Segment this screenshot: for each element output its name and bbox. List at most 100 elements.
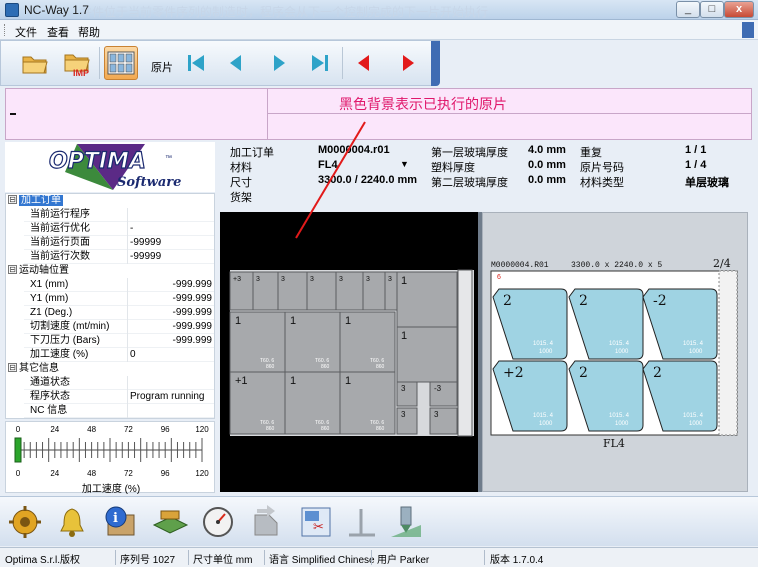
panel-label: 2 [653,365,662,381]
panel-label: +2 [503,365,524,381]
status-separator [484,550,485,565]
status-language: 语言 Simplified Chinese [269,555,375,566]
piece-label: 1 [345,315,351,327]
collapse-toggle-icon[interactable]: ⊟ [8,265,17,275]
info-glass2-label: 第二层玻璃厚度 [431,177,508,189]
material-dropdown-icon[interactable]: ▼ [400,159,409,169]
info-material-type-label: 材料类型 [580,177,624,189]
tool-head-button[interactable] [386,502,426,542]
cutting-head-icon [391,506,421,537]
piece-label: 1 [401,330,407,342]
info-material-type-value: 单层玻璃 [685,177,729,189]
property-gutter [6,236,24,250]
main-toolbar: IMP 原片 [0,40,440,86]
property-row[interactable]: 下刀压力 (Bars) -999.999 [6,334,214,348]
toolbar-separator [99,47,100,79]
cut-piece[interactable] [396,381,418,407]
previous-sheet-button[interactable] [219,46,253,80]
info-tool-button[interactable]: i [100,502,140,542]
piece-label: 3 [310,276,314,283]
import-folder-icon: IMP [64,54,90,77]
collapse-toggle-icon[interactable]: ⊟ [8,195,17,205]
panel-width: 1015. 4 [533,413,554,419]
window-title: NC-Way 1.7 [24,3,89,17]
red-previous-arrow-icon [358,55,369,71]
piece-tag: 860 [321,426,330,432]
message-left-panel [6,89,268,139]
shape-button[interactable] [246,502,286,542]
cut-piece[interactable] [396,407,418,435]
next-sheet-button[interactable] [262,46,296,80]
table-button[interactable] [150,502,190,542]
import-button[interactable]: IMP [61,46,95,80]
menu-help[interactable]: 帮助 [78,24,100,40]
gear-machine-icon [9,506,41,538]
property-gutter [6,208,24,222]
next-arrow-icon [274,55,285,71]
pressure-gauge-icon [203,507,233,537]
collapse-toggle-icon[interactable]: ⊟ [8,363,17,373]
menu-scroll-button[interactable] [742,22,754,38]
gauge-tick-labels-bottom: 24 [50,469,59,478]
gauge-tick-labels-bottom: 72 [124,469,133,478]
piece-tag: 860 [266,364,275,370]
alarm-button[interactable] [52,502,92,542]
piece-label: 1 [235,315,241,327]
gauge-tick-labels-top: 96 [161,425,170,434]
menu-file[interactable]: 文件 [15,24,37,40]
pressure-gauge-button[interactable] [198,502,238,542]
bottom-toolbar: i ✂ [0,496,758,546]
title-overlay-text: 并件位于当前零件序列的制造时，程序会从下一个控制完成的下一片开始执行 [80,5,489,19]
first-sheet-button[interactable] [179,46,213,80]
property-row[interactable]: 切割速度 (mt/min) -999.999 [6,320,214,334]
executed-sheet-view[interactable]: +3 3 3 3 3 3 3 1 T60. 6 860 1 T60. 6 860 1 T60. 6 860 +1… [220,212,478,492]
measure-button[interactable] [342,502,382,542]
original-sheet-label: 原片 [151,62,173,74]
property-row[interactable]: 通道状态 [6,376,214,390]
previous-executed-button[interactable] [347,46,381,80]
property-gutter [6,278,24,292]
property-row[interactable]: 当前运行次数 -99999 [6,250,214,264]
speed-gauge: 0 24 48 72 96 120 0 24 48 72 96 120 加工速度 (%) [5,421,215,495]
next-executed-button[interactable] [391,46,425,80]
open-folder-button[interactable] [18,46,52,80]
panel-width: 1015. 4 [609,341,630,347]
piece-label: +1 [235,375,248,387]
piece-label: 3 [388,276,392,283]
property-category[interactable]: ⊟ 运动轴位置 [6,264,214,278]
property-gutter [6,250,24,264]
property-row[interactable]: NC 信息 [6,404,214,418]
property-row[interactable]: 当前运行程序 [6,208,214,222]
property-key: 通道状态 [30,377,70,388]
property-category[interactable]: ⊟ 其它信息 [6,362,214,376]
property-row[interactable]: 当前运行优化 - [6,222,214,236]
property-row[interactable]: Z1 (Deg.) -999.999 [6,306,214,320]
property-key: 当前运行次数 [30,251,90,262]
minimize-button[interactable]: _ [676,1,700,18]
toolbar-overflow-button[interactable] [431,41,440,86]
panel-label: 2 [503,293,512,309]
info-glass2-value: 0.0 mm [528,174,566,186]
maximize-button[interactable]: □ [700,1,724,18]
current-sheet-view[interactable]: M0000004.R01 3300.0 x 2240.0 x 5 2/4 6 2 1015… [482,212,748,492]
menu-view[interactable]: 查看 [47,24,69,40]
panel-label: 2 [579,365,588,381]
panel-width: 1015. 4 [609,413,630,419]
property-category[interactable]: ⊟ 加工订单 [6,194,214,208]
property-gutter [6,376,24,390]
cut-editor-button[interactable]: ✂ [296,502,336,542]
property-value: -99999 [127,250,214,264]
property-key: 当前运行页面 [30,237,90,248]
machine-start-button[interactable] [5,502,45,542]
gauge-slider-thumb[interactable] [14,437,22,463]
property-row[interactable]: X1 (mm) -999.999 [6,278,214,292]
property-gutter [6,390,24,404]
last-sheet-button[interactable] [303,46,337,80]
close-button[interactable]: x [724,1,754,18]
property-row[interactable]: 加工速度 (%) 0 [6,348,214,362]
property-row[interactable]: Y1 (mm) -999.999 [6,292,214,306]
property-row[interactable]: 程序状态 Program running [6,390,214,404]
panel-height: 1000 [615,421,629,427]
sheet-layout-button[interactable] [104,46,138,80]
property-row[interactable]: 当前运行页面 -99999 [6,236,214,250]
